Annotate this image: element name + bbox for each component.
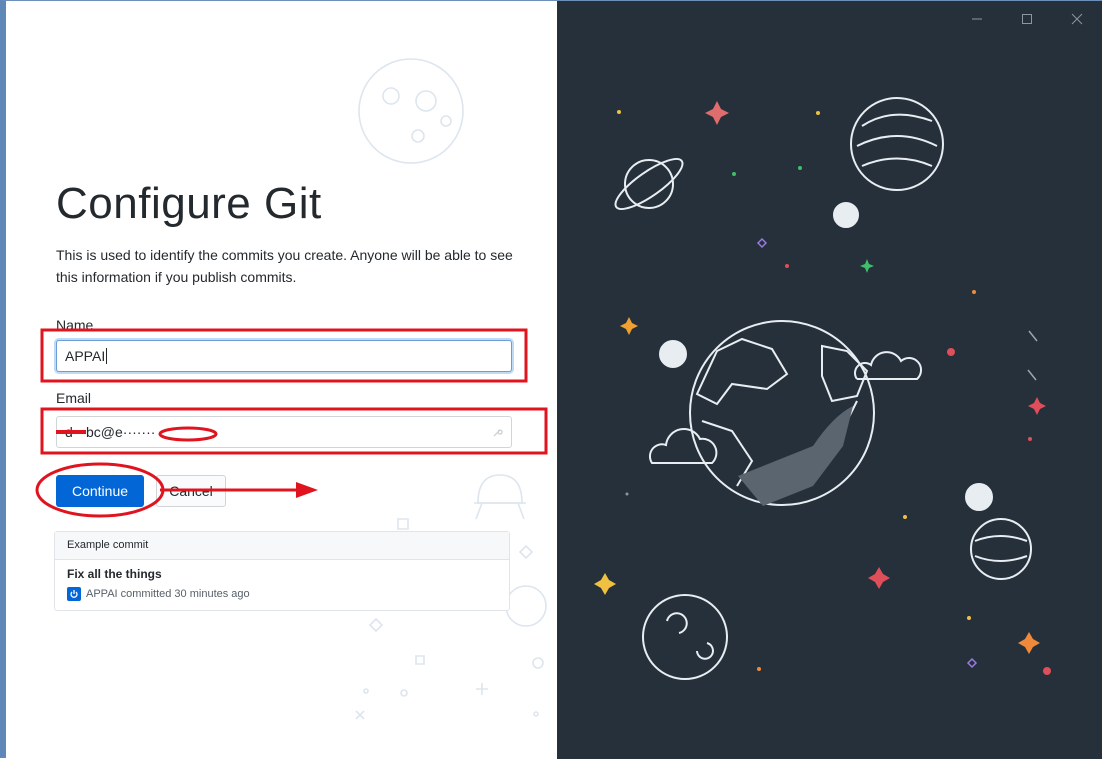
- striped-planet-icon: [850, 97, 944, 191]
- example-commit-meta: APPAI committed 30 minutes ago: [67, 587, 250, 601]
- page-title: Configure Git: [56, 179, 322, 228]
- name-label: Name: [56, 317, 94, 333]
- heart-bubble-icon: [659, 340, 687, 368]
- password-manager-icon[interactable]: [491, 425, 505, 439]
- text-caret: [106, 348, 108, 364]
- ringed-planet-icon: [624, 159, 674, 209]
- example-commit-box: Example commit Fix all the things APPAI …: [54, 531, 510, 611]
- page-description: This is used to identify the commits you…: [56, 247, 513, 285]
- cancel-button[interactable]: Cancel: [156, 475, 226, 507]
- email-input[interactable]: d·· bc@e·······: [56, 416, 512, 448]
- name-input-value: APPAI: [65, 348, 106, 364]
- configure-git-panel: Configure Git This is used to identify t…: [6, 1, 557, 759]
- email-input-value: d·· bc@e·······: [65, 424, 156, 440]
- space-illustration: [594, 97, 1051, 680]
- avatar-icon: [67, 587, 81, 601]
- illustration-panel: [557, 1, 1102, 759]
- small-planet-icon: [970, 518, 1032, 580]
- example-commit-summary: Fix all the things: [67, 567, 162, 581]
- name-input[interactable]: APPAI: [56, 340, 512, 372]
- background-doodles: [355, 58, 547, 720]
- continue-button[interactable]: Continue: [56, 475, 144, 507]
- github-bubble-icon: [833, 202, 859, 228]
- email-label: Email: [56, 390, 92, 406]
- thumbs-up-bubble-icon: [965, 483, 993, 511]
- example-commit-meta-text: APPAI committed 30 minutes ago: [86, 588, 250, 600]
- swirl-planet-icon: [642, 594, 728, 680]
- example-commit-header: Example commit: [55, 532, 509, 560]
- moon-doodle-icon: [358, 58, 464, 164]
